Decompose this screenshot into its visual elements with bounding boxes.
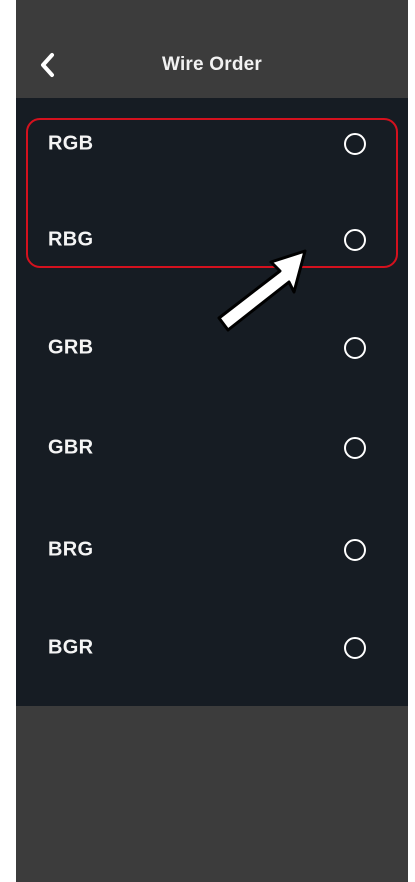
header-bar: Wire Order: [16, 0, 408, 98]
phone-screen: Wire Order RGB RBG GRB GBR BRG BGR: [16, 0, 408, 882]
radio-button[interactable]: [344, 133, 366, 155]
option-row-bgr[interactable]: BGR: [16, 618, 408, 678]
radio-button[interactable]: [344, 337, 366, 359]
option-row-brg[interactable]: BRG: [16, 520, 408, 580]
option-label: RBG: [48, 228, 94, 251]
option-label: BRG: [48, 538, 94, 561]
option-label: GBR: [48, 436, 94, 459]
radio-button[interactable]: [344, 229, 366, 251]
option-label: RGB: [48, 132, 94, 155]
page-title: Wire Order: [161, 54, 263, 75]
option-label: BGR: [48, 636, 94, 659]
option-row-rbg[interactable]: RBG: [16, 210, 408, 270]
option-label: GRB: [48, 336, 94, 359]
option-row-grb[interactable]: GRB: [16, 318, 408, 378]
radio-button[interactable]: [344, 637, 366, 659]
option-row-rgb[interactable]: RGB: [16, 114, 408, 174]
option-row-gbr[interactable]: GBR: [16, 418, 408, 478]
wire-order-list: RGB RBG GRB GBR BRG BGR: [16, 98, 408, 706]
radio-button[interactable]: [344, 539, 366, 561]
radio-button[interactable]: [344, 437, 366, 459]
